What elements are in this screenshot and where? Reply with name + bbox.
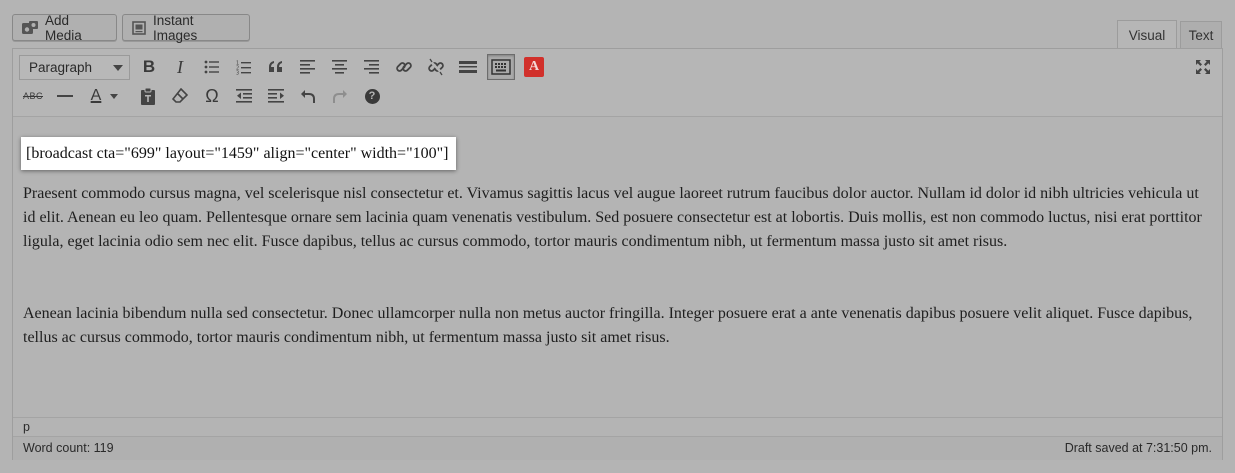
horizontal-line-button[interactable] xyxy=(52,83,78,109)
plugin-a-icon: A xyxy=(524,57,544,77)
align-left-button[interactable] xyxy=(295,54,321,80)
outdent-icon xyxy=(235,89,252,103)
plugin-a-button[interactable]: A xyxy=(521,54,547,80)
add-media-label: Add Media xyxy=(45,12,82,43)
paragraph[interactable]: Aenean lacinia bibendum nulla sed consec… xyxy=(23,302,1213,350)
italic-icon: I xyxy=(177,56,183,77)
help-button[interactable]: ? xyxy=(359,83,385,109)
special-character-button[interactable]: Ω xyxy=(199,83,225,109)
images-icon xyxy=(131,20,147,36)
status-bar: Word count: 119 Draft saved at 7:31:50 p… xyxy=(13,436,1222,460)
text-color-dropdown[interactable] xyxy=(107,83,121,109)
clear-formatting-icon xyxy=(172,88,188,103)
insert-link-button[interactable] xyxy=(391,54,417,80)
italic-button[interactable]: I xyxy=(167,54,193,80)
bold-button[interactable]: B xyxy=(136,54,162,80)
toolbar-toggle-icon xyxy=(491,59,511,75)
add-media-button[interactable]: Add Media xyxy=(12,12,117,43)
paragraph[interactable]: Praesent commodo cursus magna, vel scele… xyxy=(23,182,1213,254)
read-more-button[interactable] xyxy=(455,54,481,80)
chevron-down-icon xyxy=(110,93,118,99)
clear-formatting-button[interactable] xyxy=(167,83,193,109)
remove-link-button[interactable] xyxy=(423,54,449,80)
redo-icon xyxy=(333,90,347,103)
indent-button[interactable] xyxy=(263,83,289,109)
read-more-icon xyxy=(459,61,477,73)
align-right-icon xyxy=(364,60,379,74)
chevron-down-icon xyxy=(113,65,123,71)
editor-toolbar: Paragraph B I 123 A ABC A Ω ? xyxy=(13,49,1222,117)
fullscreen-button[interactable] xyxy=(1190,54,1216,80)
text-color-icon: A xyxy=(90,87,102,104)
word-count: Word count: 119 xyxy=(23,441,114,455)
bulleted-list-button[interactable] xyxy=(199,54,225,80)
paste-text-button[interactable] xyxy=(135,83,161,109)
element-path-label[interactable]: p xyxy=(23,420,30,434)
paste-text-icon xyxy=(141,87,155,105)
draft-saved-status: Draft saved at 7:31:50 pm. xyxy=(1064,441,1212,455)
numbered-list-icon: 123 xyxy=(236,60,251,75)
strikethrough-icon: ABC xyxy=(22,91,43,101)
text-color-button[interactable]: A xyxy=(83,83,109,109)
broadcast-shortcode[interactable]: [broadcast cta="699" layout="1459" align… xyxy=(21,137,457,170)
blockquote-button[interactable] xyxy=(263,54,289,80)
media-camera-icon xyxy=(21,20,39,36)
editor-content[interactable]: [broadcast cta="699" layout="1459" align… xyxy=(13,117,1222,417)
undo-icon xyxy=(301,90,315,103)
help-icon: ? xyxy=(364,88,380,104)
horizontal-line-icon xyxy=(57,95,73,97)
numbered-list-button[interactable]: 123 xyxy=(231,54,257,80)
undo-button[interactable] xyxy=(295,83,321,109)
fullscreen-icon xyxy=(1196,60,1210,74)
svg-text:3: 3 xyxy=(236,70,239,75)
indent-icon xyxy=(267,89,284,103)
format-select-value: Paragraph xyxy=(29,60,93,75)
blockquote-icon xyxy=(269,61,282,72)
tab-text[interactable]: Text xyxy=(1180,21,1222,49)
outdent-button[interactable] xyxy=(231,83,257,109)
align-left-icon xyxy=(300,60,315,74)
bulleted-list-icon xyxy=(204,60,219,74)
strikethrough-button[interactable]: ABC xyxy=(20,83,46,109)
tab-visual[interactable]: Visual xyxy=(1117,20,1177,49)
redo-button[interactable] xyxy=(327,83,353,109)
editor: Paragraph B I 123 A ABC A Ω ? [broadcast… xyxy=(12,48,1223,460)
format-select[interactable]: Paragraph xyxy=(19,55,130,80)
toolbar-toggle-button[interactable] xyxy=(487,54,515,80)
element-path: p xyxy=(13,417,1222,436)
special-character-icon: Ω xyxy=(205,85,219,106)
bold-icon: B xyxy=(142,57,156,76)
instant-images-button[interactable]: Instant Images xyxy=(122,12,250,43)
align-center-button[interactable] xyxy=(327,54,353,80)
remove-link-icon xyxy=(428,58,444,76)
align-right-button[interactable] xyxy=(359,54,385,80)
insert-link-icon xyxy=(396,62,412,72)
instant-images-label: Instant Images xyxy=(153,12,198,43)
align-center-icon xyxy=(332,60,347,74)
